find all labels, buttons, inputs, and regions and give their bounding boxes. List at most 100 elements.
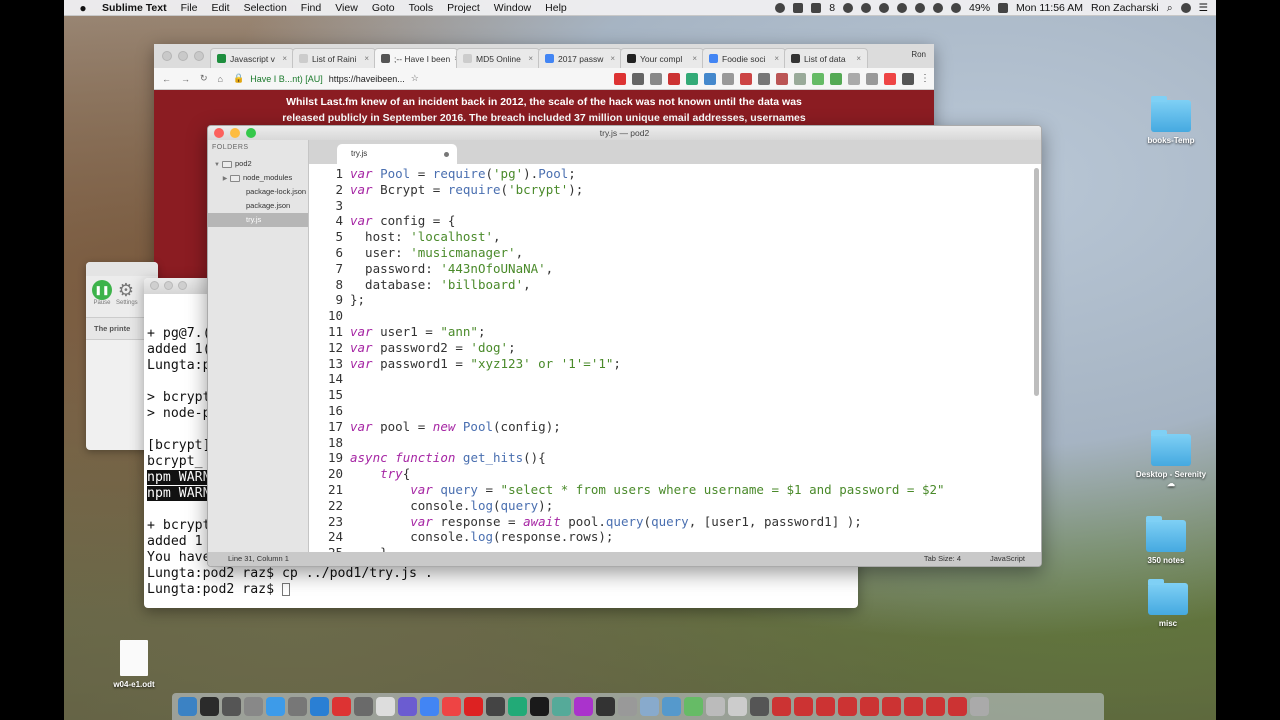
dock-app-icon[interactable] [860,697,879,716]
extension-icon[interactable] [884,72,896,85]
dock-app-icon[interactable] [882,697,901,716]
dock-app-icon[interactable] [574,697,593,716]
screenshot-icon[interactable] [793,3,804,13]
dock-app-icon[interactable] [618,697,637,716]
dock-app-icon[interactable] [244,697,263,716]
cloud-icon[interactable] [897,3,908,13]
dock-app-icon[interactable] [772,697,791,716]
extension-icon[interactable] [650,72,662,85]
close-tab-icon[interactable]: × [364,54,369,63]
code-line[interactable]: var Bcrypt = require('bcrypt'); [350,182,945,198]
code-text[interactable]: var Pool = require('pg').Pool; var Bcrypt… [343,164,945,552]
desktop-folder-serenity[interactable]: Desktop - Serenity ☁ [1131,430,1211,488]
extension-icon[interactable] [830,72,842,85]
disclosure-right-icon[interactable]: ▶ [220,172,230,186]
printer-window-titlebar[interactable] [86,262,158,276]
notification-icon[interactable] [811,3,822,13]
dock-app-icon[interactable] [376,697,395,716]
close-tab-icon[interactable]: × [774,54,779,63]
back-icon[interactable]: ← [162,74,171,84]
extension-icon[interactable] [722,72,734,85]
browser-tab[interactable]: Javascript v × [210,48,294,68]
extension-icon[interactable] [794,72,806,85]
code-line[interactable]: var config = { [350,213,945,229]
dock-app-icon[interactable] [332,697,351,716]
zoom-button[interactable] [194,51,204,61]
home-icon[interactable]: ⌂ [218,74,223,84]
dock-app-icon[interactable] [288,697,307,716]
code-line[interactable]: password: '443nOfoUNaNA', [350,261,945,277]
dock-app-icon[interactable] [684,697,703,716]
desktop-folder-350-notes[interactable]: 350 notes [1126,516,1206,565]
close-tab-icon[interactable]: × [282,54,287,63]
code-line[interactable] [350,403,945,419]
dock-app-icon[interactable] [530,697,549,716]
address-bar[interactable]: 🔒 Have I B...nt) [AU] https://haveibeen.… [233,73,419,84]
code-editor[interactable]: 1234567891011121314151617181920212223242… [309,164,1041,552]
code-line[interactable] [350,387,945,403]
menu-tools[interactable]: Tools [409,2,434,14]
dock-app-icon[interactable] [728,697,747,716]
browser-tab[interactable]: Your compl × [620,48,704,68]
dock-app-icon[interactable] [816,697,835,716]
code-line[interactable]: var query = "select * from users where u… [350,482,944,498]
dock-app-icon[interactable] [420,697,439,716]
close-button[interactable] [214,128,224,138]
dock-app-icon[interactable] [948,697,967,716]
code-line[interactable]: } [350,545,945,552]
code-line[interactable]: var user1 = "ann"; [350,324,945,340]
dock-app-icon[interactable] [904,697,923,716]
editor-tab-try-js[interactable]: try.js [337,144,457,164]
dock-app-icon[interactable] [706,697,725,716]
dock-app-icon[interactable] [442,697,461,716]
code-line[interactable]: var password1 = "xyz123' or '1'='1"; [350,356,945,372]
menu-project[interactable]: Project [447,2,480,14]
dock-app-icon[interactable] [266,697,285,716]
dock-app-icon[interactable] [464,697,483,716]
tree-folder-node-modules[interactable]: ▶ node_modules [208,171,308,185]
close-tab-icon[interactable]: × [528,54,533,63]
code-line[interactable] [350,308,945,324]
close-tab-icon[interactable]: × [610,54,615,63]
menu-edit[interactable]: Edit [212,2,230,14]
bluetooth-icon[interactable] [915,3,926,13]
dock-app-icon[interactable] [662,697,681,716]
user-name[interactable]: Ron Zacharski [1091,2,1159,14]
settings-control[interactable]: ⚙ Settings [116,280,138,313]
menu-view[interactable]: View [335,2,358,14]
dock-app-icon[interactable] [838,697,857,716]
disclosure-down-icon[interactable]: ▼ [212,158,222,172]
app-menu[interactable]: Sublime Text [102,2,167,14]
minimize-button[interactable] [230,128,240,138]
desktop-folder-books-temp[interactable]: books-Temp [1131,96,1211,145]
code-line[interactable]: }; [350,292,945,308]
evernote-icon[interactable] [861,3,872,13]
dock-app-icon[interactable] [552,697,571,716]
menu-kebab-icon[interactable]: ⋮ [920,73,930,85]
menu-file[interactable]: File [181,2,198,14]
close-button[interactable] [150,281,159,290]
wifi-icon[interactable] [933,3,944,13]
menu-selection[interactable]: Selection [244,2,287,14]
code-line[interactable]: console.log(response.rows); [350,529,945,545]
menu-help[interactable]: Help [545,2,567,14]
code-line[interactable]: console.log(query); [350,498,945,514]
code-line[interactable]: var password2 = 'dog'; [350,340,945,356]
code-line[interactable]: user: 'musicmanager', [350,245,945,261]
code-line[interactable]: var pool = new Pool(config); [350,419,945,435]
code-line[interactable] [350,198,945,214]
code-line[interactable]: database: 'billboard', [350,277,945,293]
code-line[interactable] [350,371,945,387]
code-line[interactable]: try{ [350,466,945,482]
extension-icon[interactable] [686,72,698,85]
menu-find[interactable]: Find [301,2,321,14]
browser-tab[interactable]: List of data × [784,48,868,68]
browser-tab[interactable]: Foodie soci × [702,48,786,68]
dock-app-icon[interactable] [794,697,813,716]
bookmark-star-icon[interactable]: ☆ [411,73,419,84]
forward-icon[interactable]: → [181,74,190,84]
dock-app-icon[interactable] [970,697,989,716]
dock-app-icon[interactable] [354,697,373,716]
volume-icon[interactable] [951,3,962,13]
syntax-selector[interactable]: JavaScript [990,552,1025,566]
